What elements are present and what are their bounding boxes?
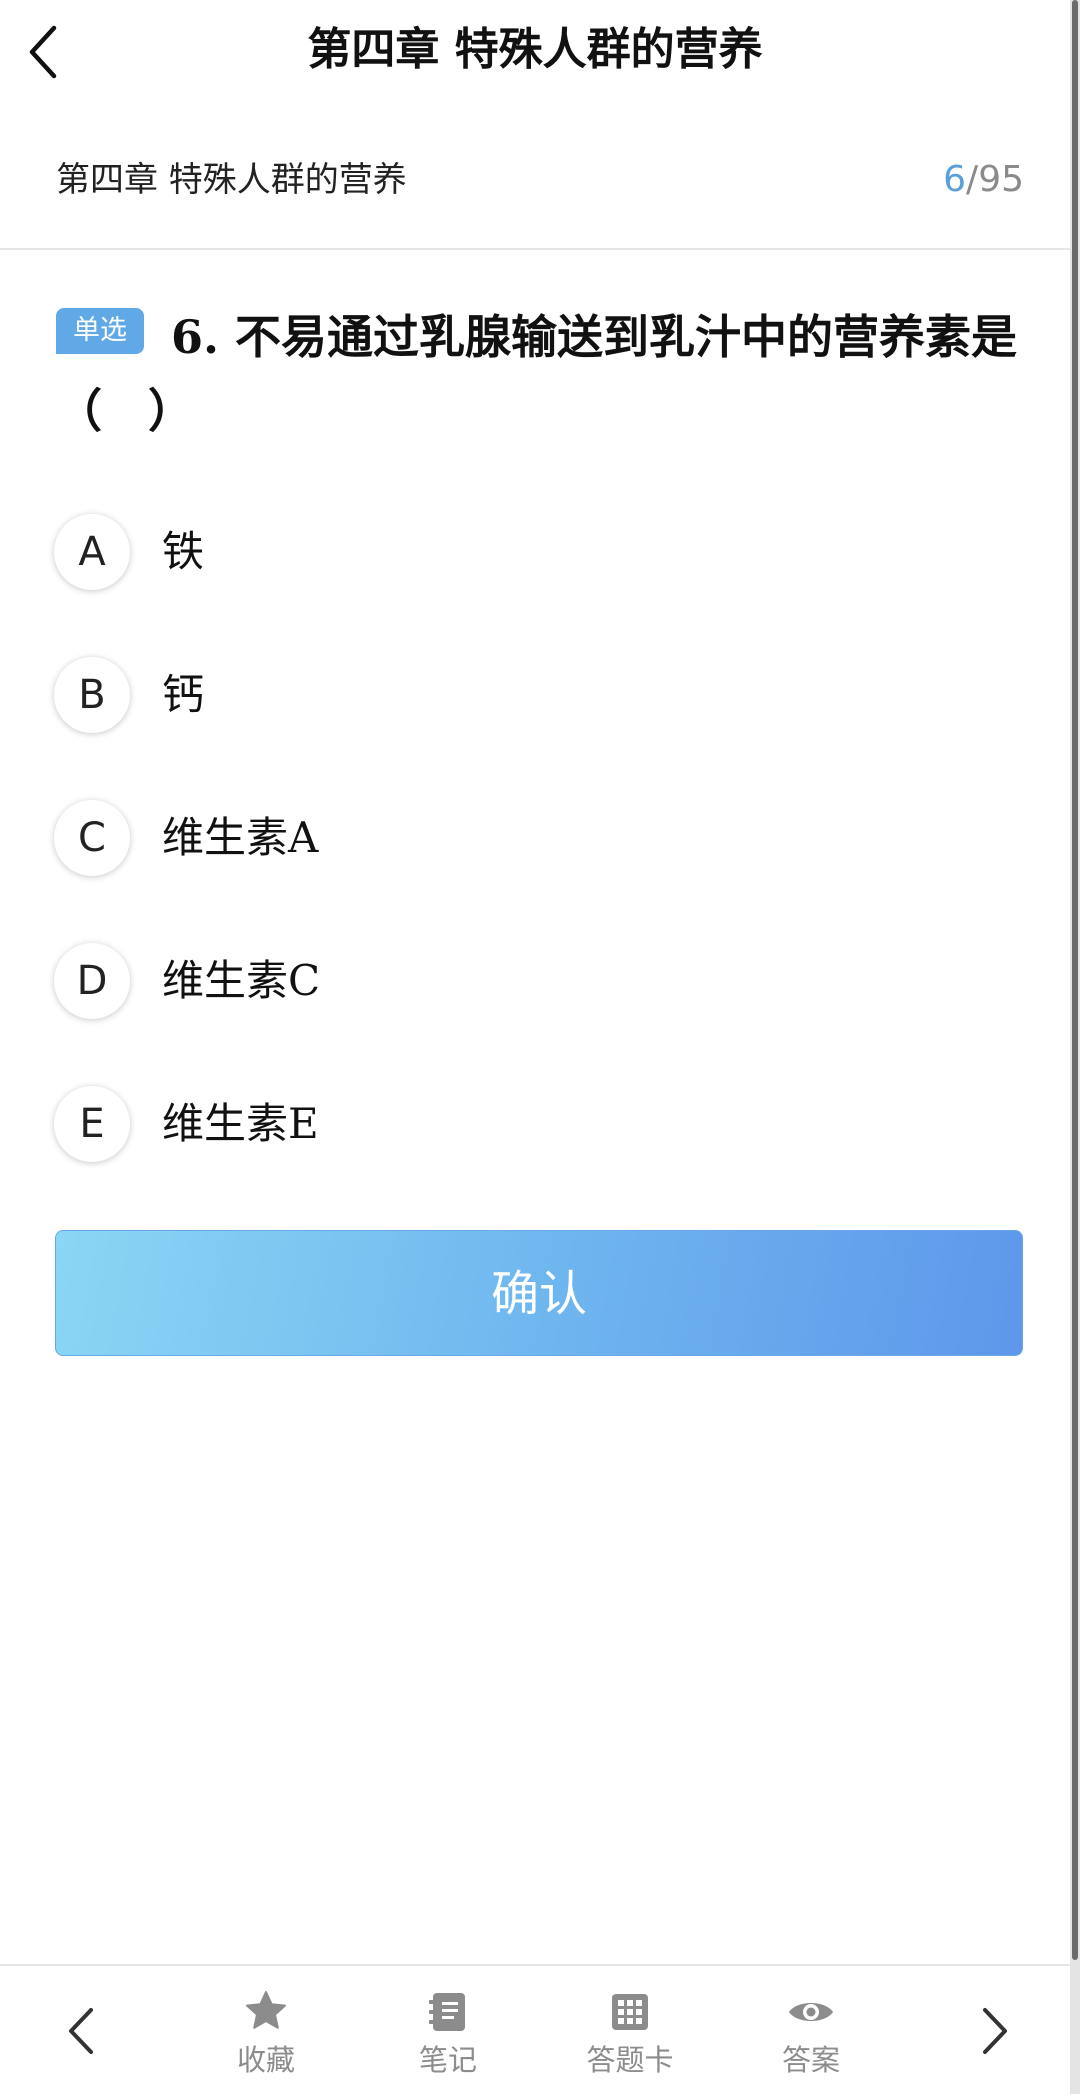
question-progress: 6/95 (943, 152, 1024, 208)
answer-card-label: 答题卡 (586, 2043, 674, 2077)
note-button[interactable]: 笔记 (378, 1988, 518, 2088)
page-title: 第四章 特殊人群的营养 (307, 24, 763, 75)
option-c[interactable]: C 维生素A (52, 796, 1032, 939)
option-text[interactable]: 钙 (162, 665, 204, 725)
top-nav-bar: 第四章 特殊人群的营养 (0, 0, 1070, 100)
chevron-right-icon (983, 2008, 1007, 2054)
eye-icon (789, 2003, 833, 2021)
chevron-left-icon (29, 25, 57, 79)
show-answer-button[interactable]: 答案 (741, 1988, 881, 2088)
next-question-button[interactable] (960, 1996, 1030, 2066)
question-text: 6. 不易通过乳腺输送到乳汁中的营养素是（ ） (56, 310, 1018, 438)
back-button[interactable] (26, 12, 106, 92)
grid-icon (612, 1994, 648, 2030)
answer-card-button[interactable]: 答题卡 (560, 1988, 700, 2088)
favorite-label: 收藏 (236, 2043, 295, 2077)
option-text[interactable]: 铁 (162, 522, 204, 582)
chapter-name: 第四章 特殊人群的营养 (56, 160, 407, 200)
option-text[interactable]: 维生素E (162, 1094, 319, 1154)
options-list: A 铁 B 钙 C 维生素A D 维生素C E 维生素E (52, 510, 1032, 1225)
option-letter[interactable]: A (54, 514, 130, 590)
previous-question-button[interactable] (46, 1996, 116, 2066)
progress-total: 95 (978, 159, 1024, 200)
favorite-button[interactable]: 收藏 (196, 1988, 336, 2088)
option-letter[interactable]: B (54, 657, 130, 733)
scrollbar-thumb[interactable] (1072, 0, 1078, 1960)
chapter-row: 第四章 特殊人群的营养 6/95 (0, 130, 1070, 230)
chevron-left-icon (69, 2008, 93, 2054)
option-e[interactable]: E 维生素E (52, 1082, 1032, 1225)
scrollbar[interactable] (1070, 0, 1080, 2094)
confirm-button[interactable]: 确认 (55, 1230, 1023, 1356)
question-block: 单选 6. 不易通过乳腺输送到乳汁中的营养素是（ ） (56, 300, 1026, 448)
bottom-toolbar: 收藏 笔记 答题卡 答案 (0, 1964, 1070, 2096)
option-letter[interactable]: C (54, 800, 130, 876)
option-text[interactable]: 维生素A (162, 808, 318, 868)
note-label: 笔记 (418, 2043, 477, 2077)
progress-current: 6 (943, 159, 967, 200)
option-b[interactable]: B 钙 (52, 653, 1032, 796)
option-letter[interactable]: E (54, 1086, 130, 1162)
divider (0, 248, 1070, 250)
notebook-icon (429, 1993, 465, 2031)
option-text[interactable]: 维生素C (162, 951, 320, 1011)
star-icon (246, 1991, 286, 2029)
option-d[interactable]: D 维生素C (52, 939, 1032, 1082)
answer-label: 答案 (781, 2043, 840, 2077)
progress-separator: / (966, 159, 979, 200)
option-letter[interactable]: D (54, 943, 130, 1019)
option-a[interactable]: A 铁 (52, 510, 1032, 653)
question-type-badge: 单选 (56, 308, 144, 354)
